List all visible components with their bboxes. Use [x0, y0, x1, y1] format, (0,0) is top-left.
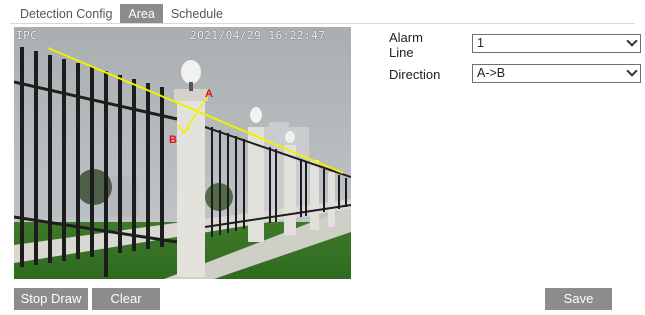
save-button[interactable]: Save	[545, 288, 612, 310]
marker-a: A	[205, 88, 213, 100]
alarm-line[interactable]	[47, 47, 344, 174]
alarm-line-label: Alarm Line	[389, 30, 423, 60]
tab-schedule[interactable]: Schedule	[163, 4, 231, 24]
direction-value: A->B	[477, 66, 506, 80]
direction-select[interactable]: A->B	[472, 64, 641, 83]
tab-divider	[10, 23, 635, 24]
alarm-line-select[interactable]: 1	[472, 34, 641, 53]
osd-timestamp: 2021/04/29 16:22:47	[190, 29, 326, 42]
stop-draw-button[interactable]: Stop Draw	[14, 288, 88, 310]
alarm-line-value: 1	[477, 36, 484, 50]
tab-bar: Detection Config Area Schedule	[12, 4, 231, 24]
tab-area[interactable]: Area	[120, 4, 163, 24]
alarm-line-overlay[interactable]	[14, 27, 351, 279]
direction-label: Direction	[389, 67, 441, 82]
chevron-down-icon	[626, 35, 638, 47]
video-preview[interactable]: IPC 2021/04/29 16:22:47 A B	[14, 27, 351, 279]
tab-detection-config[interactable]: Detection Config	[12, 4, 120, 24]
chevron-down-icon	[626, 65, 638, 77]
clear-button[interactable]: Clear	[92, 288, 160, 310]
osd-channel-label: IPC	[16, 29, 38, 42]
marker-b: B	[169, 134, 177, 146]
